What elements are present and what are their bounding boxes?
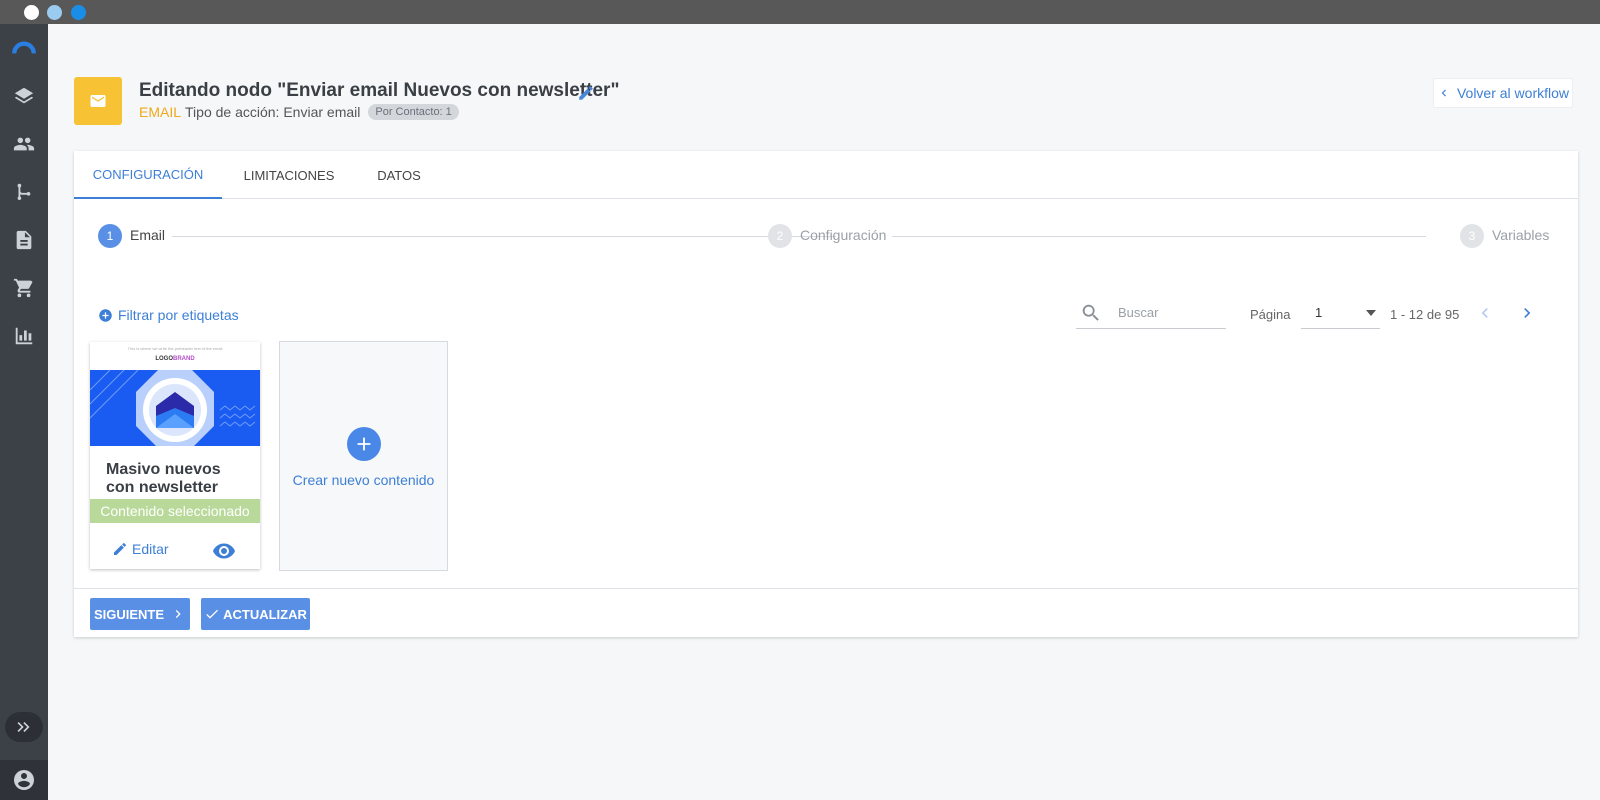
sidebar-item-reports[interactable] — [0, 316, 48, 356]
node-editor-card: CONFIGURACIÓN LIMITACIONES DATOS 1 Email… — [74, 151, 1578, 637]
email-node-icon-tile — [74, 77, 122, 125]
chart-icon — [15, 327, 33, 345]
content-card[interactable]: This is where we write the preheader tex… — [90, 342, 260, 569]
action-type-text: Tipo de acción: Enviar email — [185, 104, 361, 120]
caret-down-icon — [1366, 309, 1376, 316]
sidebar-expand-button[interactable] — [5, 712, 43, 742]
preview-content-button[interactable] — [212, 539, 236, 563]
content-title: Masivo nuevos con newsletter — [106, 461, 221, 496]
pencil-icon — [579, 86, 593, 100]
page-select-value: 1 — [1315, 305, 1323, 320]
tab-bar: CONFIGURACIÓN LIMITACIONES DATOS — [74, 151, 1578, 199]
window-minimize-dot[interactable] — [47, 5, 62, 20]
sidebar — [0, 24, 48, 800]
email-banner-graphic — [90, 369, 260, 446]
edit-content-button[interactable]: Editar — [112, 541, 169, 557]
selected-status-bar: Contenido seleccionado — [90, 499, 260, 523]
cart-icon — [13, 278, 33, 298]
card-footer: SIGUIENTE ACTUALIZAR — [74, 588, 1578, 637]
layers-icon — [14, 87, 34, 104]
search-icon — [1082, 304, 1099, 321]
contact-badge: Por Contacto: 1 — [368, 104, 459, 120]
edit-title-button[interactable] — [577, 84, 595, 102]
add-circle-icon — [99, 308, 112, 322]
sidebar-item-documents[interactable] — [0, 220, 48, 260]
double-chevron-right-icon — [17, 722, 30, 732]
tab-limitaciones[interactable]: LIMITACIONES — [222, 151, 356, 199]
tab-datos[interactable]: DATOS — [356, 151, 442, 199]
step-3-label: Variables — [1492, 227, 1550, 243]
sidebar-user-button[interactable] — [0, 760, 48, 800]
logo-icon — [12, 41, 36, 54]
page-select[interactable]: 1 — [1301, 297, 1380, 329]
step-2-label: Configuración — [800, 227, 887, 243]
workflow-icon — [17, 183, 31, 201]
next-button[interactable]: SIGUIENTE — [90, 598, 190, 630]
results-range: 1 - 12 de 95 — [1390, 307, 1460, 322]
create-new-content-label: Crear nuevo contenido — [292, 472, 435, 488]
account-circle-icon — [14, 770, 34, 790]
create-new-content-card[interactable]: Crear nuevo contenido — [279, 341, 448, 571]
sidebar-item-workflows[interactable] — [0, 172, 48, 212]
sidebar-item-layers[interactable] — [0, 76, 48, 116]
update-button[interactable]: ACTUALIZAR — [201, 598, 310, 630]
update-button-label: ACTUALIZAR — [223, 606, 307, 622]
step-3-circle: 3 — [1460, 224, 1484, 248]
step-2-circle: 2 — [768, 224, 792, 248]
step-1-circle: 1 — [98, 224, 122, 248]
stepper-line-1 — [172, 236, 836, 237]
thumbnail-logo: LOGOBRAND — [155, 356, 195, 362]
eye-icon — [213, 543, 235, 559]
stepper-line-2 — [892, 236, 1426, 237]
search-box — [1076, 297, 1226, 329]
page-label: Página — [1250, 307, 1291, 322]
page-title: Editando nodo "Enviar email Nuevos con n… — [139, 80, 620, 101]
tab-configuracion[interactable]: CONFIGURACIÓN — [74, 151, 222, 199]
window-titlebar — [0, 0, 1600, 24]
chevron-left-icon — [1481, 308, 1488, 318]
chevron-right-icon — [175, 610, 181, 618]
node-type-label: EMAIL — [139, 104, 182, 120]
edit-content-label: Editar — [132, 541, 169, 557]
add-content-button[interactable] — [347, 427, 381, 461]
check-icon — [206, 609, 219, 619]
plus-icon — [357, 437, 371, 451]
people-icon — [13, 137, 35, 151]
window-maximize-dot[interactable] — [71, 5, 86, 20]
sidebar-item-shop[interactable] — [0, 268, 48, 308]
step-1-label: Email — [130, 227, 166, 243]
chevron-right-icon — [1524, 308, 1531, 318]
window-close-dot[interactable] — [24, 5, 39, 20]
thumbnail-banner — [90, 369, 260, 446]
filter-by-tags-link[interactable]: Filtrar por etiquetas — [98, 307, 239, 323]
document-icon — [16, 230, 32, 250]
sidebar-logo[interactable] — [0, 28, 48, 68]
previous-page-button[interactable] — [1473, 301, 1497, 325]
chevron-left-icon — [1441, 89, 1446, 97]
back-to-workflow-button[interactable]: Volver al workflow — [1433, 78, 1573, 108]
thumbnail-preheader: This is where we write the preheader tex… — [127, 346, 223, 351]
next-button-label: SIGUIENTE — [93, 606, 165, 622]
node-subtitle: EMAIL Tipo de acción: Enviar email Por C… — [139, 104, 459, 120]
content-thumbnail: This is where we write the preheader tex… — [90, 342, 260, 446]
search-input[interactable] — [1118, 305, 1218, 320]
filter-by-tags-label: Filtrar por etiquetas — [118, 307, 239, 323]
next-page-button[interactable] — [1515, 301, 1539, 325]
back-to-workflow-label: Volver al workflow — [1456, 85, 1570, 101]
sidebar-item-contacts[interactable] — [0, 124, 48, 164]
pencil-icon — [114, 542, 126, 555]
envelope-icon — [90, 95, 106, 107]
